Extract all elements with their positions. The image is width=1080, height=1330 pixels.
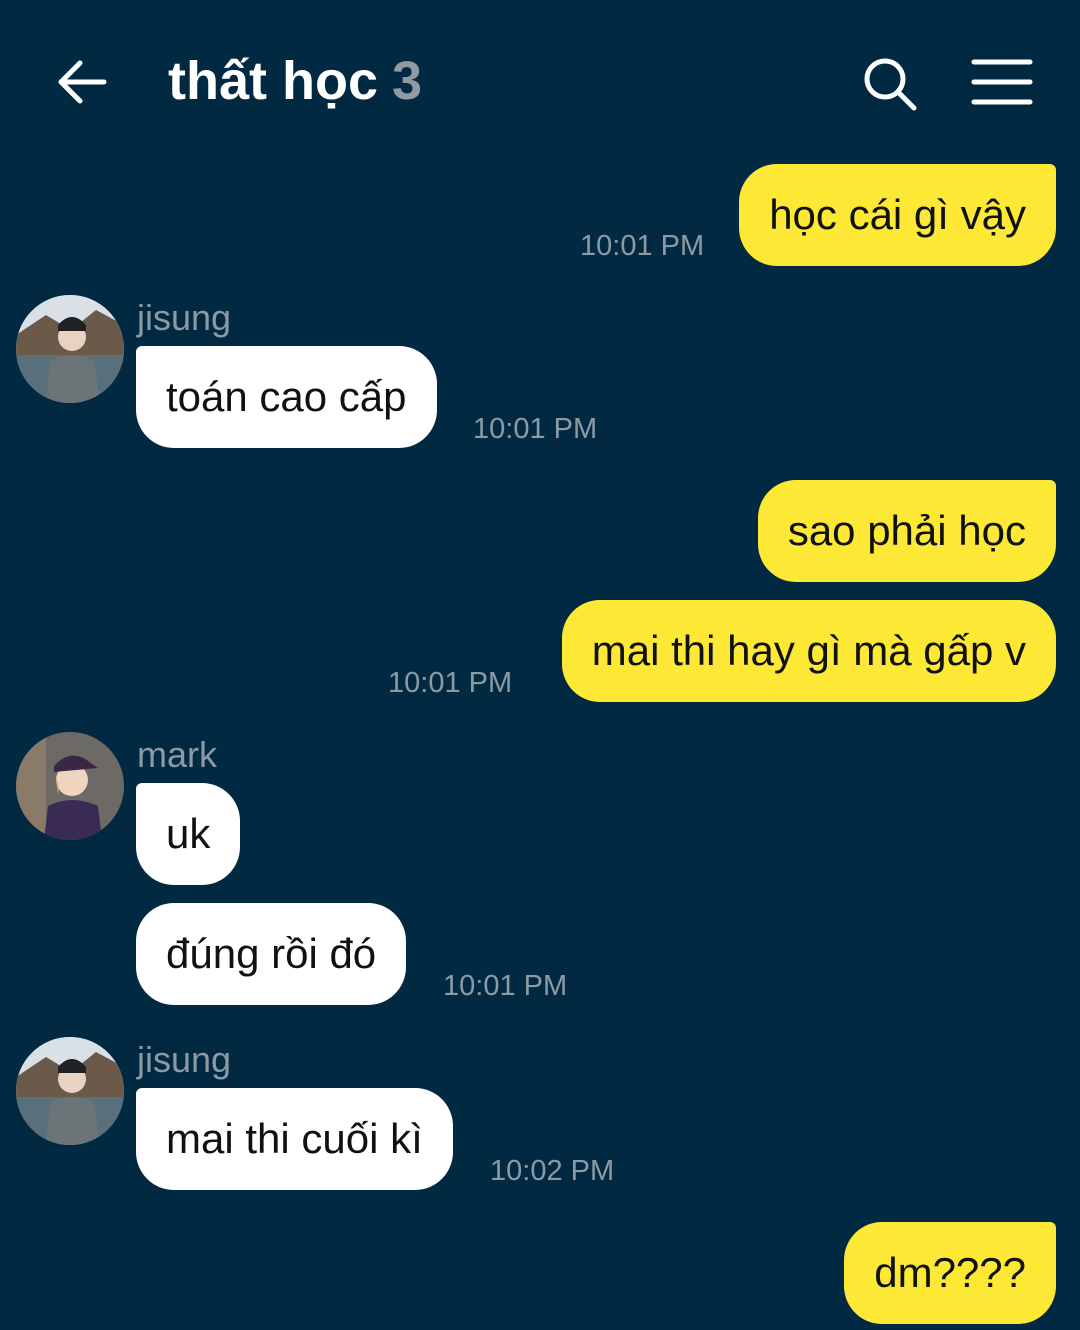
- avatar-jisung[interactable]: [16, 1037, 124, 1145]
- message-time: 10:01 PM: [580, 230, 705, 262]
- chat-title: thất học 3: [168, 50, 422, 112]
- their-message-bubble[interactable]: mai thi cuối kì: [136, 1088, 453, 1190]
- hamburger-menu-icon: [971, 59, 1033, 105]
- member-count: 3: [392, 51, 423, 111]
- their-message-bubble[interactable]: đúng rồi đó: [136, 903, 407, 1005]
- their-message-bubble[interactable]: toán cao cấp: [136, 346, 437, 448]
- sender-name: jisung: [137, 297, 232, 338]
- back-button[interactable]: [52, 52, 112, 112]
- menu-button[interactable]: [970, 56, 1034, 108]
- message-time: 10:01 PM: [388, 667, 513, 699]
- my-message-bubble[interactable]: dm????: [844, 1222, 1056, 1324]
- search-button[interactable]: [860, 54, 920, 114]
- avatar-jisung[interactable]: [16, 295, 124, 403]
- my-message-bubble[interactable]: học cái gì vậy: [739, 164, 1056, 266]
- message-time: 10:02 PM: [490, 1155, 615, 1187]
- message-time: 10:01 PM: [443, 970, 568, 1002]
- chat-header: thất học 3: [0, 0, 1080, 160]
- avatar-mark[interactable]: [16, 732, 124, 840]
- group-name: thất học: [168, 51, 378, 111]
- my-message-bubble[interactable]: sao phải học: [757, 480, 1056, 582]
- sender-name: mark: [137, 734, 217, 775]
- arrow-left-icon: [58, 60, 107, 104]
- search-icon: [864, 58, 917, 111]
- their-message-bubble[interactable]: uk: [136, 783, 241, 885]
- message-time: 10:01 PM: [473, 413, 598, 445]
- sender-name: jisung: [137, 1039, 232, 1080]
- my-message-bubble[interactable]: mai thi hay gì mà gấp v: [561, 600, 1056, 702]
